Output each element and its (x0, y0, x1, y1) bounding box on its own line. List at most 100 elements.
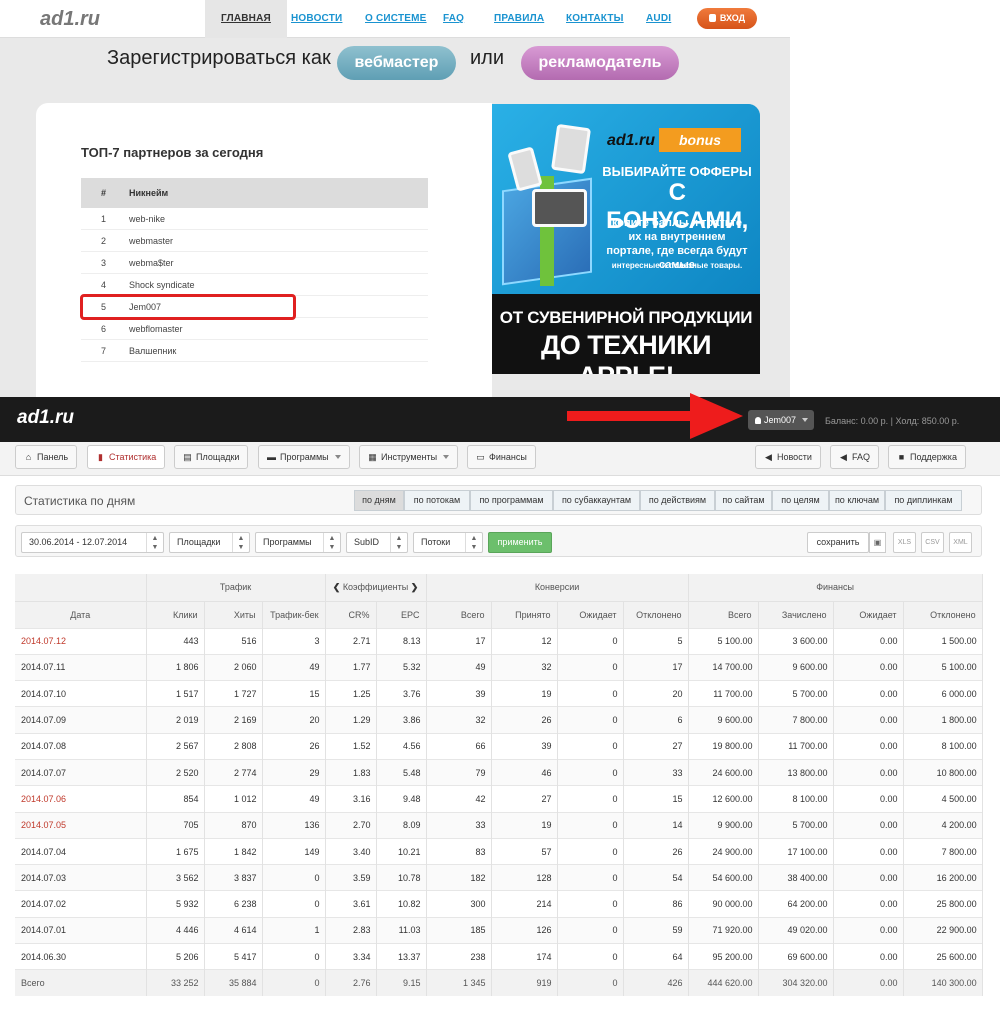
table-cell: 19 (491, 680, 558, 707)
chevron-left-icon[interactable]: ❮ (333, 582, 341, 592)
column-header[interactable]: Отклонено (903, 600, 983, 628)
column-header[interactable]: Ожидает (833, 600, 904, 628)
column-header[interactable]: Клики (146, 600, 205, 628)
column-header[interactable]: Дата (15, 600, 147, 628)
stat-segment-button[interactable]: по потокам (404, 490, 470, 511)
banner-upper: ad1.ru bonus ВЫБИРАЙТЕ ОФФЕРЫ С БОНУСАМИ… (492, 104, 760, 294)
table-cell: 1 675 (146, 837, 205, 865)
register-prefix: Зарегистрироваться как (107, 47, 331, 69)
save-disk-icon[interactable]: ▣ (869, 532, 886, 553)
apply-button[interactable]: применить (488, 532, 552, 553)
top-partner-num: 1 (101, 214, 107, 224)
column-header-row: Дата Клики Хиты Трафик-бек CR% EPC Всего Принят… (15, 600, 983, 628)
column-header[interactable]: Принято (491, 600, 558, 628)
register-webmaster-button[interactable]: вебмастер (337, 46, 456, 80)
tab-sites[interactable]: ▤ Площадки (174, 445, 249, 469)
stat-segment-button[interactable]: по субаккаунтам (553, 490, 640, 511)
table-cell: 0.00 (833, 890, 904, 918)
nav-faq[interactable]: FAQ (443, 13, 464, 24)
bonus-banner[interactable]: ad1.ru bonus ВЫБИРАЙТЕ ОФФЕРЫ С БОНУСАМИ… (492, 104, 760, 374)
stat-segment-button[interactable]: по действиям (640, 490, 715, 511)
table-cell: 8.09 (376, 811, 427, 839)
streams-select-value: Потоки (421, 537, 451, 547)
nav-audi[interactable]: AUDI (646, 13, 671, 24)
row-date: 2014.07.11 (15, 653, 147, 681)
group-finance: Финансы (688, 574, 983, 601)
column-header[interactable]: EPC (376, 600, 427, 628)
chevron-right-icon[interactable]: ❯ (411, 582, 419, 592)
tab-news[interactable]: ◀ Новости (755, 445, 821, 469)
nav-main[interactable]: ГЛАВНАЯ (205, 0, 287, 38)
tab-tools[interactable]: ▦ Инструменты (359, 445, 459, 469)
table-cell: 26 (491, 706, 558, 734)
table-cell: 5 700.00 (758, 811, 834, 839)
save-button[interactable]: сохранить (807, 532, 869, 553)
date-range-value: 30.06.2014 - 12.07.2014 (29, 537, 128, 547)
table-cell: 29 (262, 758, 326, 786)
table-cell: 12 600.00 (688, 785, 759, 813)
table-cell: 2 808 (204, 732, 263, 760)
stat-segment-button[interactable]: по диплинкам (885, 490, 962, 511)
table-cell: 0 (557, 916, 624, 944)
table-cell: 0 (262, 864, 326, 891)
register-advertiser-button[interactable]: рекламодатель (521, 46, 679, 80)
stat-segment-button[interactable]: по сайтам (715, 490, 772, 511)
stat-type-panel: Статистика по дням по дням по потокам по п… (15, 485, 982, 515)
tab-finance[interactable]: ▭ Финансы (467, 445, 536, 469)
export-csv-button[interactable]: CSV (921, 532, 944, 553)
tab-panel[interactable]: ⌂ Панель (15, 445, 78, 469)
table-cell: 1.25 (325, 680, 377, 707)
stat-segment-button[interactable]: по дням (354, 490, 404, 511)
table-cell: 15 (623, 785, 689, 813)
subid-select[interactable]: SubID ▲ ▼ (346, 532, 408, 553)
total-cell: 444 620.00 (688, 969, 759, 997)
top-partner-row: 2 webmaster (81, 230, 428, 252)
table-cell: 0 (262, 943, 326, 970)
table-cell: 14 (623, 811, 689, 839)
programs-select[interactable]: Программы ▲ ▼ (255, 532, 341, 553)
column-header[interactable]: Всего (426, 600, 492, 628)
stat-segment-button[interactable]: по программам (470, 490, 553, 511)
table-cell: 5 206 (146, 943, 205, 970)
column-header[interactable]: Зачислено (758, 600, 834, 628)
bar-chart-icon: ▮ (98, 452, 103, 462)
stat-segment-button[interactable]: по целям (772, 490, 829, 511)
login-button[interactable]: ВХОД (697, 8, 757, 29)
column-header[interactable]: Всего (688, 600, 759, 628)
tab-statistics[interactable]: ▮ Статистика (87, 445, 166, 469)
column-header[interactable]: Трафик-бек (262, 600, 326, 628)
table-cell: 0.00 (833, 811, 904, 839)
home-icon: ⌂ (25, 452, 32, 462)
table-cell: 0.00 (833, 732, 904, 760)
row-date: 2014.07.12 (15, 627, 147, 655)
column-header[interactable]: Хиты (204, 600, 263, 628)
nav-news[interactable]: НОВОСТИ (291, 13, 342, 24)
tab-programs[interactable]: ▬ Программы (258, 445, 350, 469)
group-coef[interactable]: ❮ Коэффициенты ❯ (325, 574, 427, 601)
nav-rules[interactable]: ПРАВИЛА (494, 13, 544, 24)
chat-icon: ■ (898, 452, 905, 462)
top-partner-row: 3 webma$ter (81, 252, 428, 274)
table-cell: 0 (557, 680, 624, 707)
table-cell: 49 (262, 653, 326, 681)
nav-contacts[interactable]: КОНТАКТЫ (566, 13, 624, 24)
stat-segment-button[interactable]: по ключам (829, 490, 885, 511)
column-header[interactable]: Отклонено (623, 600, 689, 628)
logo[interactable]: ad1.ru (40, 8, 100, 31)
date-range-input[interactable]: 30.06.2014 - 12.07.2014 ▲ ▼ (21, 532, 164, 553)
sites-select[interactable]: Площадки ▲ ▼ (169, 532, 250, 553)
chevron-down-icon (802, 418, 808, 422)
table-cell: 9 600.00 (688, 706, 759, 734)
tablet-image (550, 123, 592, 175)
table-cell: 854 (146, 785, 205, 813)
column-header[interactable]: CR% (325, 600, 377, 628)
user-menu-button[interactable]: Jem007 (748, 410, 814, 430)
export-xls-button[interactable]: XLS (893, 532, 916, 553)
streams-select[interactable]: Потоки ▲ ▼ (413, 532, 483, 553)
tab-support[interactable]: ■ Поддержка (888, 445, 966, 469)
column-header[interactable]: Ожидает (557, 600, 624, 628)
tab-faq[interactable]: ◀ FAQ (830, 445, 880, 469)
export-xml-button[interactable]: XML (949, 532, 972, 553)
nav-about[interactable]: О СИСТЕМЕ (365, 13, 427, 24)
dashboard-logo[interactable]: ad1.ru (17, 407, 74, 429)
